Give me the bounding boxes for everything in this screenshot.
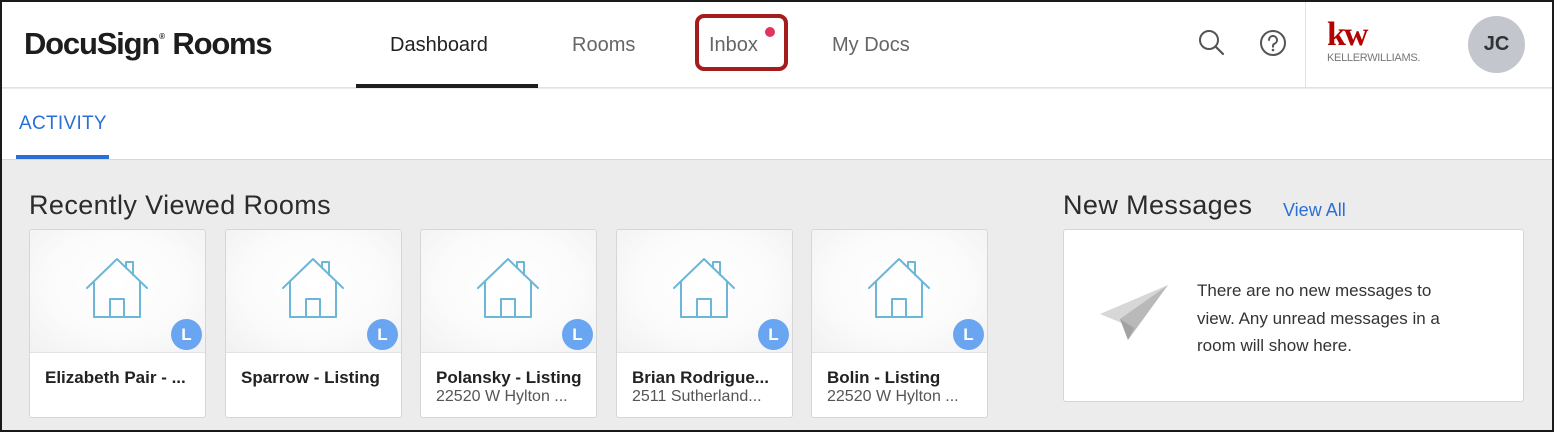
nav-dashboard[interactable]: Dashboard (390, 2, 488, 88)
nav-rooms[interactable]: Rooms (572, 2, 635, 88)
house-icon (280, 256, 346, 325)
new-messages-panel: There are no new messages to view. Any u… (1063, 229, 1524, 402)
top-navigation-bar: DocuSign® Rooms Dashboard Rooms Inbox My… (2, 2, 1552, 88)
room-card[interactable]: L Brian Rodrigue... 2511 Sutherland... (616, 229, 793, 418)
room-type-badge: L (562, 319, 593, 350)
room-card-title: Bolin - Listing (827, 368, 941, 387)
search-icon[interactable] (1197, 28, 1227, 58)
no-messages-line-2: view. Any unread messages in a (1197, 308, 1440, 328)
inbox-highlight-box (695, 14, 788, 71)
recently-viewed-rooms-title: Recently Viewed Rooms (29, 190, 332, 220)
room-card-image: L (421, 230, 596, 353)
room-card-image: L (812, 230, 987, 353)
tab-activity[interactable]: ACTIVITY (19, 113, 107, 135)
room-type-badge: L (953, 319, 984, 350)
header-divider (1305, 2, 1306, 88)
house-icon (84, 256, 150, 325)
nav-my-docs[interactable]: My Docs (832, 2, 910, 88)
no-messages-text: There are no new messages to view. Any u… (1197, 277, 1497, 360)
kw-logo-text: KELLERWILLIAMS. (1327, 52, 1421, 64)
room-card-title: Brian Rodrigue... (632, 368, 769, 387)
no-messages-line-1: There are no new messages to (1197, 281, 1432, 300)
tab-active-indicator (16, 155, 109, 159)
house-icon (671, 256, 737, 325)
room-card-image: L (617, 230, 792, 353)
room-card[interactable]: L Sparrow - Listing (225, 229, 402, 418)
kw-logo-mark: kw (1327, 16, 1368, 53)
room-card[interactable]: L Elizabeth Pair - ... (29, 229, 206, 418)
docusign-rooms-logo[interactable]: DocuSign® Rooms (24, 26, 273, 62)
paper-plane-icon (1098, 282, 1170, 347)
room-card-image: L (226, 230, 401, 353)
house-icon (475, 256, 541, 325)
logo-registered-mark: ® (159, 32, 165, 41)
room-card[interactable]: L Bolin - Listing 22520 W Hylton ... (811, 229, 988, 418)
app-frame: DocuSign® Rooms Dashboard Rooms Inbox My… (0, 0, 1554, 432)
room-card-address: 22520 W Hylton ... (436, 388, 568, 405)
keller-williams-logo: kw KELLERWILLIAMS. (1327, 16, 1421, 65)
room-type-badge: L (367, 319, 398, 350)
room-type-badge: L (758, 319, 789, 350)
nav-active-indicator (356, 84, 538, 88)
no-messages-line-3: room will show here. (1197, 336, 1352, 355)
room-card-title: Elizabeth Pair - ... (45, 368, 186, 387)
help-icon[interactable] (1258, 28, 1288, 58)
user-avatar[interactable]: JC (1468, 16, 1525, 73)
new-messages-title: New Messages (1063, 190, 1253, 220)
room-card-title: Polansky - Listing (436, 368, 582, 387)
logo-suffix: Rooms (172, 26, 272, 61)
room-card-title: Sparrow - Listing (241, 368, 380, 387)
sub-navigation-bar: ACTIVITY (2, 89, 1552, 160)
room-type-badge: L (171, 319, 202, 350)
room-card-address: 2511 Sutherland... (632, 388, 762, 405)
room-card[interactable]: L Polansky - Listing 22520 W Hylton ... (420, 229, 597, 418)
room-card-image: L (30, 230, 205, 353)
house-icon (866, 256, 932, 325)
room-card-address: 22520 W Hylton ... (827, 388, 959, 405)
logo-text: DocuSign (24, 26, 160, 61)
view-all-messages-link[interactable]: View All (1283, 200, 1346, 221)
